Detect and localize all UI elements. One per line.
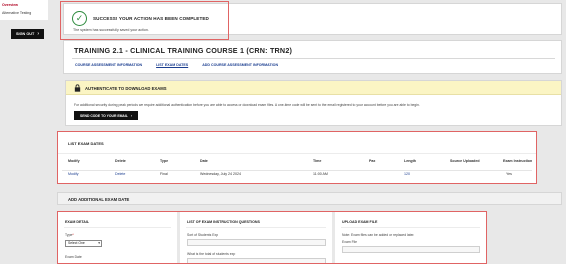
authenticate-panel: AUTHENTICATE TO DOWNLOAD EXAMS For addit…	[65, 80, 562, 126]
list-exam-dates-panel: LIST EXAM DATES Modify Delete Type Date …	[57, 131, 537, 184]
divider	[72, 58, 555, 59]
column-header: Type	[160, 159, 169, 163]
table-cell: 120	[404, 172, 410, 176]
column-header: Date	[200, 159, 208, 163]
column-header: Pax	[369, 159, 376, 163]
sign-out-label: SIGN OUT	[15, 32, 35, 36]
authenticate-description: For additional security during peak peri…	[74, 103, 420, 107]
sidebar-item-alternative-testing[interactable]: Alternative Testing	[2, 11, 31, 15]
modify-link[interactable]: Modify	[68, 172, 79, 176]
check-circle-icon: ✓	[72, 11, 87, 26]
sign-out-button[interactable]: SIGN OUT ›	[11, 29, 44, 39]
delete-link[interactable]: Delete	[115, 172, 125, 176]
authenticate-header: AUTHENTICATE TO DOWNLOAD EXAMS	[66, 81, 561, 95]
column-header: Modify	[68, 159, 80, 163]
send-code-label: SEND CODE TO YOUR EMAIL	[79, 113, 128, 118]
tab-course-assessment-information[interactable]: COURSE ASSESSMENT INFORMATION	[75, 63, 142, 67]
arrow-right-icon: ›	[37, 31, 40, 37]
list-exam-dates-title: LIST EXAM DATES	[68, 141, 104, 146]
tab-add-course-assessment-information[interactable]: ADD COURSE ASSESSMENT INFORMATION	[202, 63, 278, 67]
add-exam-date-header: ADD ADDITIONAL EXAM DATE	[57, 192, 562, 205]
table-row: Modify Delete Final Wednesday, July 24 2…	[58, 172, 536, 180]
sidebar: Overview Alternative Testing SIGN OUT ›	[0, 0, 48, 264]
authenticate-title: AUTHENTICATE TO DOWNLOAD EXAMS	[85, 86, 167, 91]
page-title: TRAINING 2.1 - CLINICAL TRAINING COURSE …	[74, 46, 293, 55]
tab-bar: COURSE ASSESSMENT INFORMATION LIST EXAM …	[75, 63, 278, 67]
table-cell: Final	[160, 172, 168, 176]
add-exam-highlight	[57, 211, 487, 264]
training-header: TRAINING 2.1 - CLINICAL TRAINING COURSE …	[63, 40, 562, 74]
main-content: ✓ SUCCESS! YOUR ACTION HAS BEEN COMPLETE…	[57, 0, 566, 264]
divider	[58, 153, 536, 154]
arrow-right-icon: ›	[130, 113, 133, 118]
table-cell: 11:00 AM	[313, 172, 328, 176]
success-message: The system has successfully saved your a…	[73, 28, 149, 32]
column-header: Time	[313, 159, 322, 163]
column-header: Exam Instruction	[503, 159, 533, 163]
table-header: Modify Delete Type Date Time Pax Length …	[58, 159, 536, 167]
table-cell: Wednesday, July 24 2024	[200, 172, 242, 176]
send-code-button[interactable]: SEND CODE TO YOUR EMAIL ›	[74, 111, 138, 120]
tab-list-exam-dates[interactable]: LIST EXAM DATES	[156, 63, 188, 67]
success-title: SUCCESS! YOUR ACTION HAS BEEN COMPLETED	[93, 16, 209, 21]
add-exam-date-title: ADD ADDITIONAL EXAM DATE	[68, 197, 130, 202]
column-header: Source Uploaded	[450, 159, 480, 163]
sidebar-item-overview[interactable]: Overview	[2, 3, 18, 7]
page: Overview Alternative Testing SIGN OUT › …	[0, 0, 566, 264]
column-header: Delete	[115, 159, 126, 163]
divider	[62, 170, 532, 171]
table-cell: Yes	[506, 172, 512, 176]
lock-icon	[74, 84, 81, 92]
success-alert: ✓ SUCCESS! YOUR ACTION HAS BEEN COMPLETE…	[63, 3, 562, 35]
column-header: Length	[404, 159, 416, 163]
sidebar-nav: Overview Alternative Testing	[0, 0, 48, 20]
